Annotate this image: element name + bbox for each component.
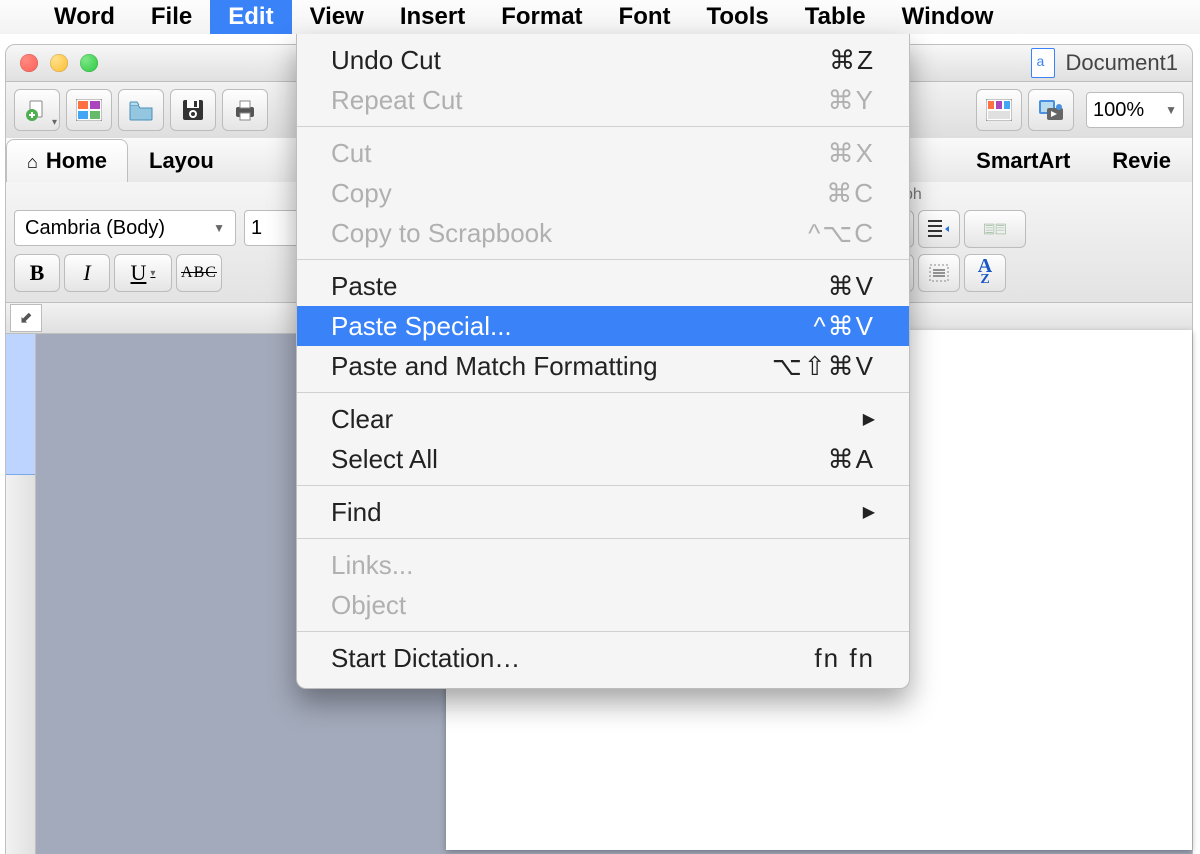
menu-item-shortcut: ⌘V (828, 271, 875, 302)
menu-item-label: Paste and Match Formatting (331, 351, 658, 382)
menu-item-links: Links... (297, 545, 909, 585)
paragraph-group: agraph AZ (872, 182, 1192, 302)
columns-button[interactable] (964, 210, 1026, 248)
mac-menubar: Word File Edit View Insert Format Font T… (0, 0, 1200, 34)
menu-item-start-dictation[interactable]: Start Dictation… fn fn (297, 638, 909, 678)
font-name-select[interactable]: Cambria (Body)▼ (14, 210, 236, 246)
menu-item-select-all[interactable]: Select All ⌘A (297, 439, 909, 479)
menubar-item-table[interactable]: Table (787, 0, 884, 34)
indent-button[interactable] (918, 210, 960, 248)
menubar-item-font[interactable]: Font (601, 0, 689, 34)
menubar-app[interactable]: Word (36, 0, 133, 34)
menubar-item-edit[interactable]: Edit (210, 0, 291, 34)
traffic-lights (20, 54, 98, 72)
menu-item-label: Copy to Scrapbook (331, 218, 552, 249)
templates-button[interactable] (66, 89, 112, 131)
menu-item-label: Clear (331, 404, 393, 435)
menu-item-copy-to-scrapbook: Copy to Scrapbook ^⌥C (297, 213, 909, 253)
document-icon (1031, 48, 1055, 78)
menu-item-cut: Cut ⌘X (297, 133, 909, 173)
menu-item-shortcut: ⌘Y (828, 85, 875, 116)
menu-item-label: Object (331, 590, 406, 621)
zoom-value: 100% (1093, 99, 1144, 122)
menu-item-repeat-cut: Repeat Cut ⌘Y (297, 80, 909, 120)
menu-item-label: Cut (331, 138, 371, 169)
menu-item-shortcut: ⌘X (828, 138, 875, 169)
menu-item-label: Find (331, 497, 382, 528)
media-button[interactable] (1028, 89, 1074, 131)
tab-smartart[interactable]: SmartArt (955, 139, 1091, 182)
sort-button[interactable]: AZ (964, 254, 1006, 292)
tab-stop-selector[interactable]: ⬋ (10, 304, 42, 332)
menu-item-label: Undo Cut (331, 45, 441, 76)
font-size-value: 1 (251, 217, 262, 240)
submenu-arrow-icon: ▶ (863, 409, 875, 429)
menu-item-shortcut: ^⌥C (808, 218, 875, 249)
edit-menu: Undo Cut ⌘Z Repeat Cut ⌘Y Cut ⌘X Copy ⌘C Copy to… (296, 34, 910, 689)
menu-item-label: Links... (331, 550, 413, 581)
menu-item-undo-cut[interactable]: Undo Cut ⌘Z (297, 40, 909, 80)
menu-item-paste-and-match-formatting[interactable]: Paste and Match Formatting ⌥⇧⌘V (297, 346, 909, 386)
menu-item-label: Start Dictation… (331, 643, 520, 674)
tab-home-label: Home (46, 148, 107, 173)
menubar-item-view[interactable]: View (292, 0, 382, 34)
print-button[interactable] (222, 89, 268, 131)
strikethrough-button[interactable]: ABC (176, 254, 222, 292)
save-button[interactable] (170, 89, 216, 131)
close-button[interactable] (20, 54, 38, 72)
menubar-item-tools[interactable]: Tools (689, 0, 787, 34)
italic-button[interactable]: I (64, 254, 110, 292)
new-button[interactable]: ▾ (14, 89, 60, 131)
menubar-item-file[interactable]: File (133, 0, 210, 34)
menu-item-shortcut: ⌘C (826, 178, 875, 209)
minimize-button[interactable] (50, 54, 68, 72)
tab-home[interactable]: ⌂ Home (6, 139, 128, 182)
menu-item-shortcut: ⌘Z (829, 45, 875, 76)
menu-item-paste-special[interactable]: Paste Special... ^⌘V (297, 306, 909, 346)
vertical-ruler[interactable] (6, 334, 36, 854)
menu-item-label: Select All (331, 444, 438, 475)
window-title: Document1 (1065, 50, 1178, 76)
menu-item-label: Repeat Cut (331, 85, 463, 116)
home-icon: ⌂ (27, 152, 38, 172)
menu-item-clear[interactable]: Clear ▶ (297, 399, 909, 439)
menubar-item-window[interactable]: Window (884, 0, 1012, 34)
menu-item-label: Paste Special... (331, 311, 512, 342)
tab-review[interactable]: Revie (1091, 139, 1192, 182)
menu-item-shortcut: ⌘A (828, 444, 875, 475)
menu-item-paste[interactable]: Paste ⌘V (297, 266, 909, 306)
menu-item-object: Object (297, 585, 909, 625)
open-button[interactable] (118, 89, 164, 131)
paragraph-spacing-button[interactable] (918, 254, 960, 292)
menubar-item-format[interactable]: Format (483, 0, 600, 34)
gallery-button[interactable] (976, 89, 1022, 131)
menu-item-shortcut: ⌥⇧⌘V (772, 351, 875, 382)
font-name-value: Cambria (Body) (25, 217, 165, 240)
menu-item-find[interactable]: Find ▶ (297, 492, 909, 532)
zoom-button[interactable] (80, 54, 98, 72)
zoom-select[interactable]: 100%▼ (1086, 92, 1184, 128)
menubar-item-insert[interactable]: Insert (382, 0, 483, 34)
underline-button[interactable]: U▾ (114, 254, 172, 292)
menu-item-shortcut: fn fn (814, 643, 875, 674)
menu-item-copy: Copy ⌘C (297, 173, 909, 213)
tab-layout[interactable]: Layou (128, 139, 235, 182)
font-size-select[interactable]: 1 (244, 210, 302, 246)
menu-item-shortcut: ^⌘V (813, 311, 875, 342)
menu-item-label: Paste (331, 271, 398, 302)
submenu-arrow-icon: ▶ (863, 502, 875, 522)
bold-button[interactable]: B (14, 254, 60, 292)
menu-item-label: Copy (331, 178, 392, 209)
